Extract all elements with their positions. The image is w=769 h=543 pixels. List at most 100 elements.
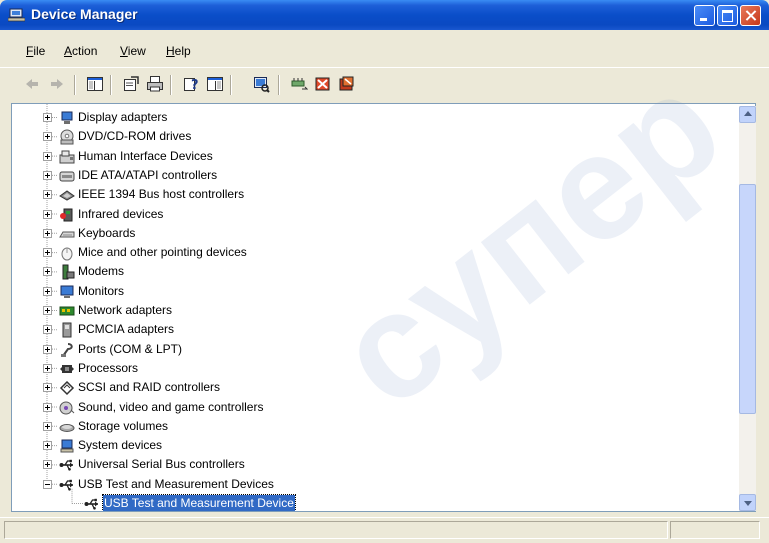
properties-icon[interactable] <box>122 75 140 93</box>
display-adapter-icon <box>61 111 73 124</box>
tree-category-row[interactable]: SCSI and RAID controllers <box>12 378 737 397</box>
usb-icon <box>59 479 73 491</box>
tree-category-label[interactable]: System devices <box>77 437 163 453</box>
device-tree[interactable]: Display adapters DVD/CD-ROM drives Human I… <box>11 103 756 512</box>
infrared-icon <box>60 208 73 221</box>
tree-category-row[interactable]: Display adapters <box>12 108 737 127</box>
tree-category-row[interactable]: Universal Serial Bus controllers <box>12 455 737 474</box>
expand-icon[interactable] <box>43 170 52 180</box>
tree-category-label[interactable]: SCSI and RAID controllers <box>77 379 221 395</box>
tree-category-label[interactable]: Mice and other pointing devices <box>77 244 248 260</box>
collapse-icon[interactable] <box>43 479 52 489</box>
tree-category-row[interactable]: Network adapters <box>12 301 737 320</box>
expand-icon[interactable] <box>43 421 52 431</box>
toolbar: ? <box>0 69 769 101</box>
tree-category-label[interactable]: Display adapters <box>77 109 168 125</box>
tree-category-row[interactable]: Sound, video and game controllers <box>12 398 737 417</box>
disable-device-icon[interactable] <box>314 75 332 93</box>
expand-icon[interactable] <box>43 132 52 142</box>
maximize-icon[interactable] <box>717 5 738 26</box>
vertical-scrollbar[interactable] <box>739 106 756 511</box>
expand-icon[interactable] <box>43 383 52 393</box>
tree-category-row[interactable]: Storage volumes <box>12 417 737 436</box>
tree-category-label[interactable]: Infrared devices <box>77 206 164 222</box>
tree-category-row[interactable]: IEEE 1394 Bus host controllers <box>12 185 737 204</box>
expand-icon[interactable] <box>43 209 52 219</box>
close-icon[interactable] <box>740 5 761 26</box>
menu-action[interactable]: Action <box>62 44 99 58</box>
tree-category-label[interactable]: Keyboards <box>77 225 136 241</box>
ieee1394-icon <box>59 190 75 201</box>
expand-icon[interactable] <box>43 460 52 470</box>
tree-category-label[interactable]: Monitors <box>77 283 125 299</box>
expand-icon[interactable] <box>43 113 52 122</box>
help-icon[interactable]: ? <box>182 75 200 93</box>
scrollbar-thumb[interactable] <box>739 184 756 414</box>
port-icon <box>61 342 73 357</box>
toolbar-separator <box>0 67 769 68</box>
tree-category-label[interactable]: Modems <box>77 263 125 279</box>
tree-category-label[interactable]: Ports (COM & LPT) <box>77 341 183 357</box>
expand-icon[interactable] <box>43 344 52 354</box>
tree-category-label[interactable]: Human Interface Devices <box>77 148 214 164</box>
tree-category-label[interactable]: USB Test and Measurement Devices <box>77 476 275 492</box>
tree-category-row[interactable]: Processors <box>12 359 737 378</box>
tree-category-row[interactable]: USB Test and Measurement Devices <box>12 475 737 494</box>
tree-category-label[interactable]: PCMCIA adapters <box>77 321 175 337</box>
scroll-down-icon[interactable] <box>739 494 756 511</box>
tree-category-row[interactable]: Mice and other pointing devices <box>12 243 737 262</box>
expand-icon[interactable] <box>43 190 52 200</box>
tree-category-label[interactable]: Storage volumes <box>77 418 169 434</box>
usb-icon <box>59 460 73 471</box>
expand-icon[interactable] <box>43 402 52 412</box>
expand-icon[interactable] <box>43 441 52 451</box>
sound-icon <box>59 401 75 414</box>
expand-icon[interactable] <box>43 228 52 238</box>
tree-category-label[interactable]: IEEE 1394 Bus host controllers <box>77 186 245 202</box>
menu-file[interactable]: File <box>24 44 47 58</box>
tree-category-label[interactable]: Sound, video and game controllers <box>77 399 264 415</box>
expand-icon[interactable] <box>43 267 52 277</box>
show-hide-action-pane-icon[interactable] <box>206 75 224 93</box>
expand-icon[interactable] <box>43 248 52 258</box>
tree-device-row[interactable]: USB Test and Measurement Device <box>12 494 737 511</box>
print-icon[interactable] <box>146 75 164 93</box>
uninstall-device-icon[interactable] <box>338 75 356 93</box>
tree-category-row[interactable]: DVD/CD-ROM drives <box>12 127 737 146</box>
tree-category-label[interactable]: Network adapters <box>77 302 173 318</box>
title-bar: Device Manager <box>0 0 769 30</box>
update-driver-icon[interactable] <box>290 75 308 93</box>
tree-category-row[interactable]: Human Interface Devices <box>12 147 737 166</box>
tree-category-label[interactable]: DVD/CD-ROM drives <box>77 128 192 144</box>
tree-category-label[interactable]: IDE ATA/ATAPI controllers <box>77 167 218 183</box>
tree-category-label[interactable]: Universal Serial Bus controllers <box>77 456 246 472</box>
menu-view[interactable]: View <box>118 44 148 58</box>
expand-icon[interactable] <box>43 151 52 161</box>
tree-category-row[interactable]: Infrared devices <box>12 205 737 224</box>
tree-category-row[interactable]: System devices <box>12 436 737 455</box>
tree-category-row[interactable]: Monitors <box>12 282 737 301</box>
toolbar-divider <box>74 75 76 95</box>
tree-category-row[interactable]: PCMCIA adapters <box>12 320 737 339</box>
expand-icon[interactable] <box>43 286 52 296</box>
tree-device-label[interactable]: USB Test and Measurement Device <box>102 494 296 511</box>
tree-category-row[interactable]: Keyboards <box>12 224 737 243</box>
expand-icon[interactable] <box>43 363 52 373</box>
show-hide-console-tree-icon[interactable] <box>86 75 104 93</box>
expand-icon[interactable] <box>43 306 52 315</box>
scan-hardware-changes-icon[interactable] <box>252 75 270 93</box>
processor-icon <box>60 364 74 373</box>
forward-arrow-icon[interactable] <box>48 75 66 93</box>
tree-category-row[interactable]: Ports (COM & LPT) <box>12 340 737 359</box>
back-arrow-icon[interactable] <box>23 75 41 93</box>
tree-category-row[interactable]: Modems <box>12 262 737 281</box>
scroll-up-icon[interactable] <box>739 106 756 123</box>
monitor-icon <box>60 285 74 298</box>
expand-icon[interactable] <box>43 325 52 335</box>
scsi-icon <box>59 381 75 396</box>
tree-category-row[interactable]: IDE ATA/ATAPI controllers <box>12 166 737 185</box>
minimize-icon[interactable] <box>694 5 715 26</box>
menu-help[interactable]: Help <box>164 44 193 58</box>
tree-category-label[interactable]: Processors <box>77 360 139 376</box>
toolbar-divider <box>110 75 112 95</box>
